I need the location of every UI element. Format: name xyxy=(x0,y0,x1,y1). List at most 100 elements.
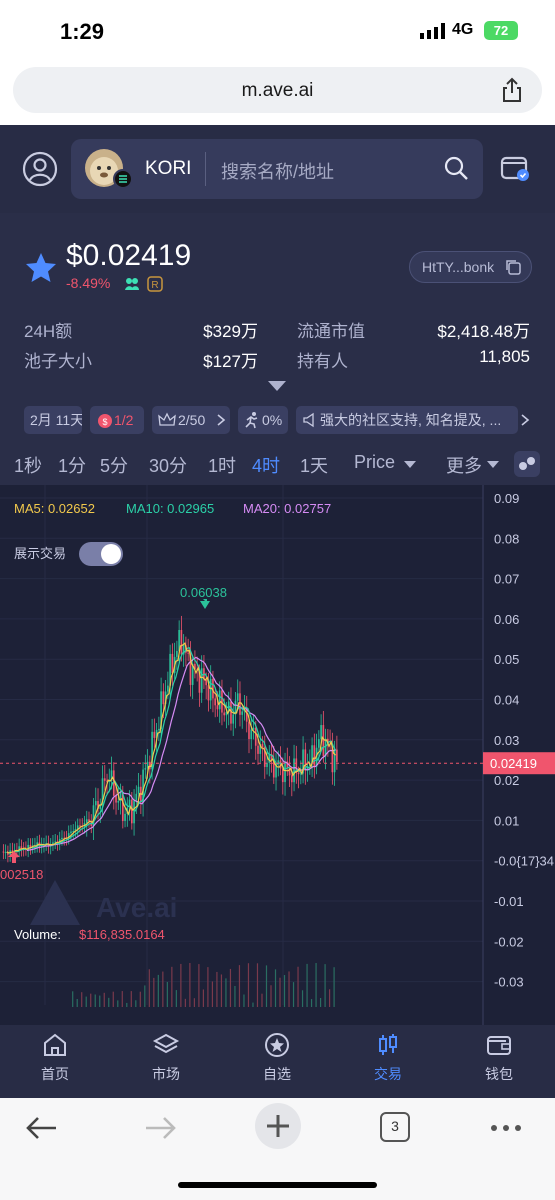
nav-home[interactable]: 首页 xyxy=(15,1031,95,1084)
tag-top-holders-text: 2/50 xyxy=(178,412,206,428)
show-trades-label: 展示交易 xyxy=(14,546,66,561)
token-search-box[interactable]: KORI 搜索名称/地址 xyxy=(71,139,483,199)
tag-age[interactable]: 2月 11天 xyxy=(24,406,82,434)
volume-bar xyxy=(328,989,331,1007)
svg-text:$: $ xyxy=(102,417,107,427)
home-icon xyxy=(44,1033,66,1056)
price-dropdown-icon[interactable] xyxy=(403,460,417,470)
candle-body xyxy=(239,693,241,715)
new-tab-button[interactable] xyxy=(255,1103,301,1149)
more-menu-icon[interactable] xyxy=(486,1110,526,1146)
app-content: KORI 搜索名称/地址 $0.02419 -8.49% R HtTY...bo… xyxy=(0,125,555,1098)
candle-body xyxy=(250,729,253,740)
volume-bar xyxy=(85,996,87,1007)
candle-body xyxy=(318,739,320,748)
nav-home-label: 首页 xyxy=(41,1066,69,1082)
search-icon[interactable] xyxy=(443,155,469,181)
tab-1m[interactable]: 1分 xyxy=(58,452,86,478)
token-tags: 2月 11天 1/2 $ 2/50 0% 强大的社区支持, 知名提及, ... xyxy=(24,406,530,434)
solana-chain-icon xyxy=(113,169,133,189)
volume-bar xyxy=(175,990,177,1007)
status-bar: 1:29 4G 72 xyxy=(0,0,555,62)
volume-bar xyxy=(171,966,173,1007)
tab-1s[interactable]: 1秒 xyxy=(14,452,42,478)
expand-stats-caret[interactable] xyxy=(268,381,286,391)
indicator-settings-icon[interactable] xyxy=(514,451,540,477)
share-icon[interactable] xyxy=(500,77,524,103)
y-tick-label: 0.06 xyxy=(494,612,519,627)
tabs-button[interactable]: 3 xyxy=(380,1112,410,1142)
tag-chevron-icon xyxy=(217,414,226,426)
price-selector[interactable]: Price xyxy=(354,452,395,473)
candle-body xyxy=(124,813,126,822)
favorite-star-icon[interactable] xyxy=(24,251,58,285)
tab-30m[interactable]: 30分 xyxy=(149,452,187,478)
price-chart[interactable]: Ave.ai 0.02419 0.09 0.08 0.07 0.06 0.05 0.04 0… xyxy=(0,485,555,1025)
candle-body xyxy=(70,831,72,834)
search-divider xyxy=(205,152,206,186)
nav-watchlist[interactable]: 自选 xyxy=(237,1031,317,1084)
contract-address-chip[interactable]: HtTY...bonk xyxy=(409,251,532,283)
candle-body xyxy=(11,850,14,852)
volume-bar xyxy=(198,964,200,1007)
user-icon[interactable] xyxy=(22,151,58,187)
candle-body xyxy=(257,745,259,754)
tab-1h[interactable]: 1时 xyxy=(208,452,236,478)
watermark-text: Ave.ai xyxy=(96,892,177,923)
candle-body xyxy=(236,693,239,701)
volume-bar xyxy=(180,963,182,1007)
volume-bar xyxy=(184,998,186,1007)
more-selector[interactable]: 更多 xyxy=(446,452,482,478)
volume-bar xyxy=(211,981,214,1007)
candle-body xyxy=(176,650,178,657)
candle-body xyxy=(158,729,160,731)
chart-watermark: Ave.ai xyxy=(30,880,177,925)
volume-bar xyxy=(162,971,164,1007)
volume-bar xyxy=(229,968,232,1007)
nav-market[interactable]: 市场 xyxy=(126,1031,206,1084)
candle-body xyxy=(187,652,189,654)
search-input[interactable]: 搜索名称/地址 xyxy=(221,158,334,184)
tag-description[interactable]: 强大的社区支持, 知名提及, ... xyxy=(296,406,518,434)
volume-bar xyxy=(135,1000,137,1007)
stat-24h-volume-value: $329万 xyxy=(203,322,258,341)
wallet-connect-icon[interactable] xyxy=(500,153,530,183)
stat-market-cap-label: 流通市值 xyxy=(297,322,365,341)
back-arrow-icon[interactable] xyxy=(22,1110,62,1146)
volume-bar xyxy=(301,990,304,1007)
nav-wallet[interactable]: 钱包 xyxy=(459,1031,539,1084)
browser-toolbar: 3 xyxy=(0,1098,555,1200)
more-dropdown-icon[interactable] xyxy=(486,460,500,470)
tag-bag-text: 1/2 xyxy=(114,412,134,428)
show-trades-toggle[interactable] xyxy=(79,542,123,566)
current-price-text: 0.02419 xyxy=(490,756,537,771)
ma20-legend: MA20: 0.02757 xyxy=(243,501,331,516)
candle-body xyxy=(130,799,133,824)
favorites-icon xyxy=(265,1033,289,1057)
volume-bar xyxy=(261,993,263,1007)
wallet-icon xyxy=(487,1036,511,1055)
candle-body xyxy=(200,668,203,693)
forward-arrow-icon[interactable] xyxy=(140,1110,180,1146)
volume-bar xyxy=(90,993,92,1007)
candle-body xyxy=(297,773,300,775)
network-type: 4G xyxy=(452,21,474,38)
volume-bar xyxy=(94,994,96,1007)
address-bar[interactable]: m.ave.ai xyxy=(13,67,542,113)
tab-5m[interactable]: 5分 xyxy=(100,452,128,478)
volume-bar xyxy=(265,965,268,1007)
candle-body xyxy=(171,653,174,674)
tab-1d[interactable]: 1天 xyxy=(300,452,328,478)
volume-bar xyxy=(306,963,308,1007)
volume-bar xyxy=(72,991,74,1007)
tab-4h[interactable]: 4时 xyxy=(252,452,280,478)
copy-icon[interactable] xyxy=(505,259,521,275)
volume-bar xyxy=(216,971,218,1007)
nav-trade[interactable]: 交易 xyxy=(348,1031,428,1084)
candlestick-chart[interactable]: Ave.ai 0.02419 0.090.080.070.060.050.040… xyxy=(0,485,555,1025)
nav-wallet-label: 钱包 xyxy=(485,1066,513,1082)
candle-body xyxy=(94,801,97,806)
nav-market-label: 市场 xyxy=(152,1066,180,1082)
volume-bar xyxy=(144,985,146,1007)
candle-body xyxy=(180,629,183,655)
